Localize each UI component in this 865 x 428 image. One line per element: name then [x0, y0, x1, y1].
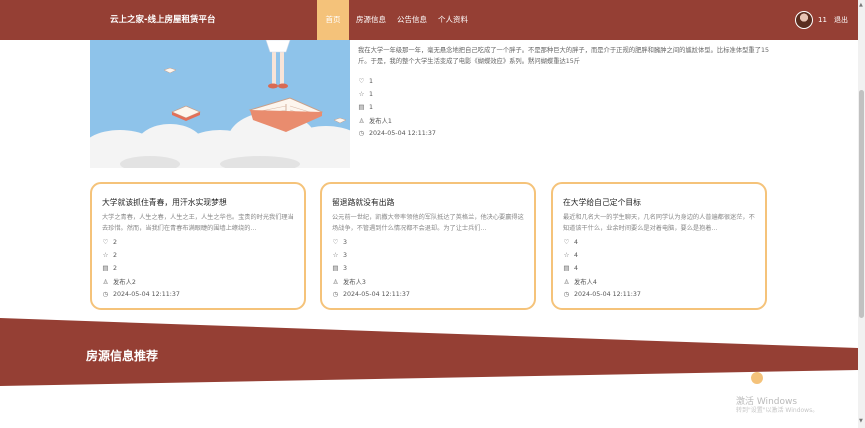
news-card-time: ◷ 2024-05-04 12:11:37 [102, 290, 180, 298]
featured-news-image[interactable] [90, 40, 350, 168]
nav-item-profile[interactable]: 个人资料 [435, 0, 471, 40]
thumbs-up-icon: ♡ [358, 77, 365, 85]
news-card-likes-count: 4 [574, 238, 579, 246]
news-card-time: ◷ 2024-05-04 12:11:37 [563, 290, 641, 298]
news-card-title[interactable]: 在大学给自己定个目标 [563, 197, 641, 208]
comment-icon: ▤ [332, 264, 339, 272]
logout-button[interactable]: 退出 [834, 0, 848, 40]
news-card-time-value: 2024-05-04 12:11:37 [343, 290, 410, 298]
featured-favorites-count: 1 [369, 90, 374, 98]
featured-time-value: 2024-05-04 12:11:37 [369, 129, 436, 137]
news-card-publisher: ♙ 发布人3 [332, 277, 366, 287]
news-card-publisher-name: 发布人3 [343, 279, 366, 286]
comment-icon: ▤ [358, 103, 365, 111]
clock-icon: ◷ [332, 290, 339, 298]
thumbs-up-icon: ♡ [563, 238, 570, 246]
news-card-favorites: ☆ 3 [332, 251, 347, 259]
more-label[interactable]: 更多 [736, 373, 749, 383]
news-card-favorites-count: 2 [113, 251, 118, 259]
clock-icon: ◷ [563, 290, 570, 298]
scroll-up-arrow-icon[interactable]: ▲ [859, 2, 863, 8]
thumbs-up-icon: ♡ [332, 238, 339, 246]
news-card-title[interactable]: 大学就该抓住青春，用汗水实现梦想 [102, 197, 227, 208]
section-banner-background [0, 318, 858, 428]
news-card-likes: ♡ 2 [102, 238, 117, 246]
news-card-likes: ♡ 4 [563, 238, 578, 246]
featured-publisher: ♙ 发布人1 [358, 116, 392, 126]
featured-publisher-name: 发布人1 [369, 118, 392, 125]
news-card-publisher: ♙ 发布人4 [563, 277, 597, 287]
clock-icon: ◷ [358, 129, 365, 137]
news-card[interactable]: 大学就该抓住青春，用汗水实现梦想 大学之青春，人生之春，人生之王，人生之华也。宝… [90, 182, 306, 310]
featured-comments: ▤ 1 [358, 103, 373, 111]
featured-likes-count: 1 [369, 77, 374, 85]
news-card-favorites-count: 3 [343, 251, 348, 259]
star-icon: ☆ [102, 251, 109, 259]
news-card-publisher-name: 发布人2 [113, 279, 136, 286]
news-card-comments-count: 2 [113, 264, 118, 272]
news-card-comments-count: 3 [343, 264, 348, 272]
thumbs-up-icon: ♡ [102, 238, 109, 246]
nav-item-home[interactable]: 首页 [317, 0, 349, 40]
featured-favorites: ☆ 1 [358, 90, 373, 98]
news-card[interactable]: 留退路就没有出路 公元前一世纪，凯撒大帝率领他的军队抵达了英格兰，他决心要赢得这… [320, 182, 536, 310]
windows-activation-hint: 转到"设置"以激活 Windows。 [736, 407, 819, 414]
news-card-comments: ▤ 3 [332, 264, 347, 272]
scrollbar-thumb[interactable] [859, 90, 864, 318]
news-card-likes: ♡ 3 [332, 238, 347, 246]
user-icon: ♙ [563, 277, 570, 286]
user-avatar[interactable] [795, 11, 813, 29]
news-card-title[interactable]: 留退路就没有出路 [332, 197, 394, 208]
news-card-publisher-name: 发布人4 [574, 279, 597, 286]
news-card-time-value: 2024-05-04 12:11:37 [574, 290, 641, 298]
more-button[interactable]: 更多 [736, 372, 763, 384]
star-icon: ☆ [358, 90, 365, 98]
comment-icon: ▤ [102, 264, 109, 272]
news-card-comments: ▤ 2 [102, 264, 117, 272]
news-card-favorites: ☆ 4 [563, 251, 578, 259]
news-card-time: ◷ 2024-05-04 12:11:37 [332, 290, 410, 298]
user-icon: ♙ [332, 277, 339, 286]
star-icon: ☆ [332, 251, 339, 259]
clock-icon: ◷ [102, 290, 109, 298]
featured-time: ◷ 2024-05-04 12:11:37 [358, 129, 436, 137]
news-card-publisher: ♙ 发布人2 [102, 277, 136, 287]
news-card-time-value: 2024-05-04 12:11:37 [113, 290, 180, 298]
user-name[interactable]: 11 [818, 0, 827, 40]
nav-item-listings[interactable]: 房源信息 [353, 0, 389, 40]
news-card-description: 公元前一世纪，凯撒大帝率领他的军队抵达了英格兰，他决心要赢得这场战争，不管遇到什… [332, 214, 524, 232]
comment-icon: ▤ [563, 264, 570, 272]
news-card[interactable]: 在大学给自己定个目标 最近和几名大一的学生聊天，几名同学认为身边的人普遍都很迷茫… [551, 182, 767, 310]
user-icon: ♙ [102, 277, 109, 286]
news-card-favorites: ☆ 2 [102, 251, 117, 259]
news-card-favorites-count: 4 [574, 251, 579, 259]
star-icon: ☆ [563, 251, 570, 259]
news-card-comments-count: 4 [574, 264, 579, 272]
user-icon: ♙ [358, 116, 365, 125]
site-brand[interactable]: 云上之家-线上房屋租赁平台 [110, 13, 216, 25]
news-card-likes-count: 2 [113, 238, 118, 246]
illustration-girl-reading-clouds [90, 40, 350, 168]
featured-news-description: 我在大学一年级那一年，毫无悬念地把自己吃成了一个胖子。不是那种巨大的胖子，而是介… [358, 47, 770, 65]
news-card-description: 大学之青春，人生之春，人生之王，人生之华也。宝贵的时光我们理当去珍惜。然而，当我… [102, 214, 294, 232]
featured-comments-count: 1 [369, 103, 374, 111]
news-card-description: 最近和几名大一的学生聊天，几名同学认为身边的人普遍都很迷茫，不知道该干什么，业余… [563, 214, 755, 232]
more-arrow-icon[interactable] [751, 372, 763, 384]
news-card-comments: ▤ 4 [563, 264, 578, 272]
featured-likes: ♡ 1 [358, 77, 373, 85]
news-card-likes-count: 3 [343, 238, 348, 246]
section-title: 房源信息推荐 [86, 349, 159, 363]
scroll-down-arrow-icon[interactable]: ▼ [859, 418, 863, 424]
nav-item-announcements[interactable]: 公告信息 [394, 0, 430, 40]
